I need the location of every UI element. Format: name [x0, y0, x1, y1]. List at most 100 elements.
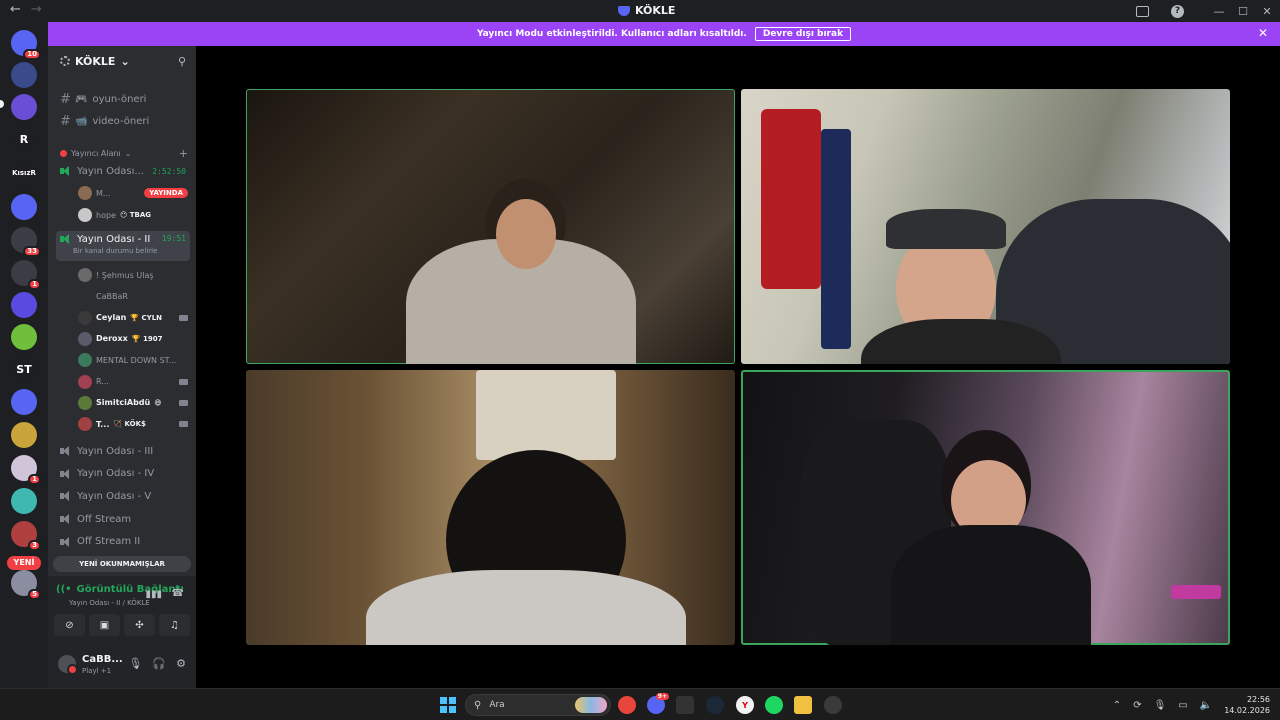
voice-channel-1[interactable]: Yayın Odası... 2:52:50 — [56, 161, 190, 181]
sync-icon[interactable]: ⟳ — [1133, 700, 1141, 711]
voice-user[interactable]: hope 😶 TBAG — [78, 206, 188, 224]
yandex-icon[interactable]: Y — [736, 696, 754, 714]
avatar — [78, 268, 92, 282]
server-icon[interactable]: 10 — [11, 30, 41, 60]
close-window-button[interactable]: ✕ — [1256, 5, 1278, 18]
server-icon[interactable] — [11, 62, 37, 88]
microphone-icon[interactable]: 🎙 — [1154, 700, 1167, 711]
inbox-icon[interactable] — [1136, 5, 1149, 17]
video-tile-4[interactable] — [741, 370, 1230, 645]
server-icon[interactable]: 33 — [11, 227, 41, 257]
user-tag: 😄 — [154, 398, 162, 407]
new-unreads-button[interactable]: YENİ OKUNMAMIŞLAR — [53, 556, 191, 572]
channel-video-oneri[interactable]: # 📹 video-öneri — [56, 111, 190, 131]
voice-channel[interactable]: Yayın Odası - IV — [56, 464, 190, 484]
speaker-icon — [60, 514, 72, 525]
user-name: SimitciAbdü — [96, 398, 151, 408]
obs-icon[interactable] — [824, 696, 842, 714]
avatar — [78, 310, 92, 325]
category-yayinci-alani[interactable]: Yayıncı Alanı ⌄ + — [60, 147, 188, 160]
disable-streamer-mode-button[interactable]: Devre dışı bırak — [754, 27, 852, 41]
window-controls: ? — ☐ ✕ — [1136, 0, 1280, 22]
voice-user[interactable]: R... — [78, 373, 188, 391]
person-body — [366, 570, 686, 645]
maximize-button[interactable]: ☐ — [1232, 5, 1254, 18]
server-icon[interactable]: R — [11, 126, 37, 152]
microphone-icon[interactable]: 🎙 — [128, 657, 142, 670]
server-icon[interactable]: 1 — [11, 260, 41, 290]
channel-oyun-oneri[interactable]: # 🎮 oyun-öneri — [56, 89, 190, 109]
server-icon[interactable] — [11, 324, 37, 350]
spotify-icon[interactable] — [765, 696, 783, 714]
voice-user[interactable]: MENTAL DOWN ST... — [78, 351, 188, 369]
headphones-icon[interactable]: 🎧 — [152, 657, 166, 670]
minimize-button[interactable]: — — [1208, 5, 1230, 18]
voice-user[interactable]: Ceylan 🏆 CYLN — [78, 309, 188, 327]
network-icon[interactable]: ▭ — [1178, 700, 1187, 711]
volume-icon[interactable]: 🔈 — [1200, 700, 1212, 711]
server-icon[interactable] — [11, 194, 37, 220]
voice-channel-path[interactable]: Yayın Odası - II / KÖKLE — [69, 599, 150, 607]
server-icon[interactable]: 5 — [11, 570, 41, 600]
voice-user[interactable]: SimitciAbdü 😄 — [78, 394, 188, 412]
banner-text: Yayıncı Modu etkinleştirildi. Kullanıcı … — [476, 29, 747, 39]
server-icon[interactable]: 1 — [11, 455, 41, 485]
voice-user[interactable]: Deroxx 🏆 1907 — [78, 330, 188, 348]
voice-channel[interactable]: Off Stream II — [56, 532, 190, 552]
voice-user[interactable]: T... 🏹 KÖK$ — [78, 415, 188, 433]
server-icon[interactable]: KısızR — [11, 160, 37, 186]
server-icon[interactable]: 3 — [11, 521, 41, 551]
voice-channel-2[interactable]: Yayın Odası - II 19:51 Bir kanal durumu … — [56, 231, 190, 261]
voice-status[interactable]: ((• Görüntülü Bağlantı — [56, 584, 184, 595]
server-icon[interactable] — [11, 488, 37, 514]
video-tile-3[interactable] — [246, 370, 735, 645]
new-servers-pill[interactable]: YENİ — [7, 556, 41, 570]
voice-user[interactable]: ! Şehmus Ulaş — [78, 266, 188, 284]
activities-icon[interactable]: ✣ — [124, 614, 155, 636]
chevron-up-icon[interactable]: ⌃ — [1113, 700, 1121, 711]
voice-channel[interactable]: Yayın Odası - V — [56, 486, 190, 506]
gear-icon[interactable]: ⚙ — [176, 657, 186, 670]
hash-icon: # — [60, 91, 71, 107]
voice-user[interactable]: CaBBaR — [78, 287, 188, 305]
server-icon[interactable]: ST — [11, 356, 37, 382]
avatar[interactable] — [58, 655, 78, 675]
discord-taskbar-icon[interactable]: 9+ — [647, 693, 669, 714]
disconnect-icon[interactable]: ☎ — [172, 588, 184, 599]
camera-off-icon[interactable]: ⊘ — [54, 614, 85, 636]
chrome-icon[interactable] — [618, 696, 636, 714]
voice-user[interactable]: M... YAYINDA — [78, 184, 188, 202]
clock[interactable]: 22:56 14.02.2026 — [1224, 694, 1270, 716]
server-icon[interactable] — [11, 389, 37, 415]
taskbar-search[interactable]: ⚲ Ara — [465, 694, 611, 716]
server-icon[interactable] — [11, 94, 37, 120]
channel-status-hint[interactable]: Bir kanal durumu belirle — [73, 247, 157, 255]
screen-share-icon[interactable]: ▣ — [89, 614, 120, 636]
avatar — [78, 208, 92, 222]
voice-action-buttons: ⊘ ▣ ✣ ♫ — [54, 614, 190, 636]
noise-suppression-icon[interactable]: ▮▮▮ — [145, 589, 162, 600]
soundboard-icon[interactable]: ♫ — [159, 614, 190, 636]
user-name: CaBBaR — [96, 291, 128, 301]
server-icon[interactable] — [11, 422, 37, 448]
server-header[interactable]: KÖKLE ⌄ ⚲ — [48, 46, 196, 76]
banner-close-icon[interactable]: ✕ — [1258, 26, 1268, 40]
server-icon[interactable] — [11, 292, 37, 318]
file-explorer-icon[interactable] — [794, 696, 812, 714]
back-arrow-icon[interactable]: ← — [10, 2, 21, 17]
video-tile-2[interactable] — [741, 89, 1230, 364]
speaker-icon — [60, 166, 72, 176]
invite-icon[interactable]: ⚲ — [178, 55, 186, 68]
video-tile-1[interactable] — [246, 89, 735, 364]
steam-icon[interactable] — [706, 696, 724, 714]
epic-games-icon[interactable] — [676, 696, 694, 714]
shelf-shape — [476, 370, 616, 460]
channel-label: video-öneri — [92, 115, 150, 127]
add-channel-icon[interactable]: + — [179, 147, 188, 160]
windows-start-icon[interactable] — [440, 697, 456, 713]
help-icon[interactable]: ? — [1171, 4, 1184, 18]
forward-arrow-icon[interactable]: → — [31, 2, 42, 17]
user-name: M... — [96, 188, 111, 198]
voice-channel[interactable]: Off Stream — [56, 509, 190, 529]
voice-channel[interactable]: Yayın Odası - III — [56, 441, 190, 461]
